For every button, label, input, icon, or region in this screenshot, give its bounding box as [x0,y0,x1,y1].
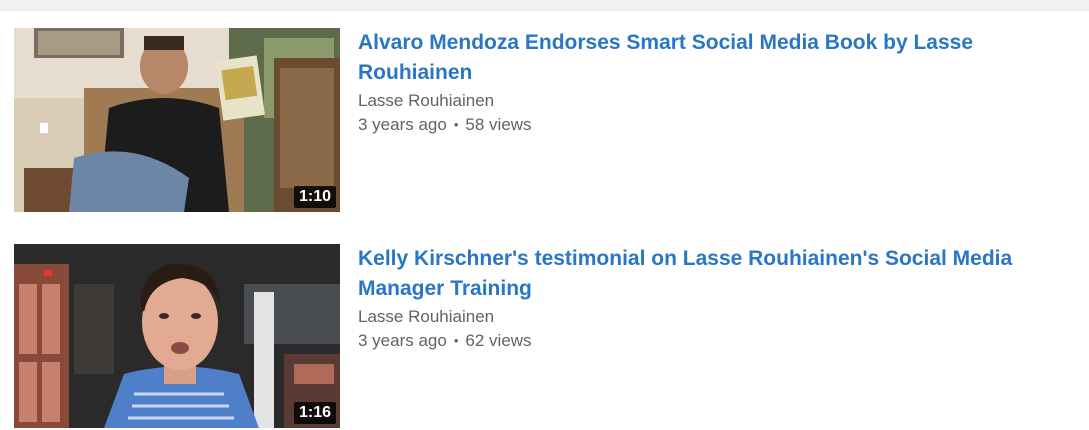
view-count: 58 views [465,115,532,134]
view-count: 62 views [465,331,532,350]
channel-name[interactable]: Lasse Rouhiainen [358,89,1058,113]
separator-dot: • [453,117,459,132]
channel-name[interactable]: Lasse Rouhiainen [358,305,1058,329]
video-thumbnail[interactable]: 1:16 [14,244,340,428]
thumbnail-image [14,28,340,212]
video-title-link[interactable]: Kelly Kirschner's testimonial on Lasse R… [358,244,1058,304]
video-thumbnail[interactable]: 1:10 [14,28,340,212]
thumbnail-image [14,244,340,428]
video-item: 1:10 Alvaro Mendoza Endorses Smart Socia… [14,28,1074,212]
duration-badge: 1:16 [293,402,336,424]
upload-age: 3 years ago [358,115,447,134]
video-title-link[interactable]: Alvaro Mendoza Endorses Smart Social Med… [358,28,1058,88]
video-stats: 3 years ago • 62 views [358,329,1058,353]
video-item: 1:16 Kelly Kirschner's testimonial on La… [14,244,1074,428]
upload-age: 3 years ago [358,331,447,350]
duration-badge: 1:10 [293,186,336,208]
video-list: 1:10 Alvaro Mendoza Endorses Smart Socia… [0,0,1089,430]
separator-dot: • [453,333,459,348]
video-stats: 3 years ago • 58 views [358,113,1058,137]
video-meta: Alvaro Mendoza Endorses Smart Social Med… [358,28,1058,137]
video-meta: Kelly Kirschner's testimonial on Lasse R… [358,244,1058,353]
